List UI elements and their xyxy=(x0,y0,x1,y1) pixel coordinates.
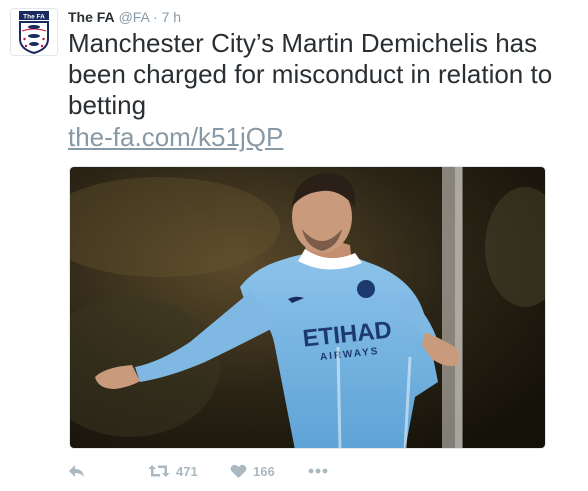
three-lions-crest-icon: The FA xyxy=(11,9,57,55)
more-button[interactable] xyxy=(308,458,328,484)
avatar[interactable]: The FA xyxy=(10,8,58,56)
author-name[interactable]: The FA xyxy=(68,9,115,25)
reply-button[interactable] xyxy=(68,458,86,484)
tweet-link[interactable]: the-fa.com/k51jQP xyxy=(68,122,283,153)
meta-separator: · xyxy=(153,9,158,25)
heart-icon xyxy=(230,464,247,478)
tweet-text: Manchester City’s Martin Demichelis has … xyxy=(68,28,553,120)
like-count: 166 xyxy=(253,463,275,479)
author-handle[interactable]: @FA xyxy=(119,9,150,25)
more-dots-icon xyxy=(308,468,328,474)
tweet-photo[interactable]: ETIHAD AIRWAYS xyxy=(69,166,546,449)
player-photo: ETIHAD AIRWAYS xyxy=(70,167,545,448)
retweet-icon xyxy=(148,465,170,477)
retweet-count: 471 xyxy=(176,463,198,479)
tweet-card: The FA The FA @FA · 7 h Manchester City’… xyxy=(0,0,588,491)
tweet-header: The FA @FA · 7 h xyxy=(68,8,181,26)
retweet-button[interactable]: 471 xyxy=(148,458,198,484)
reply-icon xyxy=(69,465,84,477)
like-button[interactable]: 166 xyxy=(230,458,275,484)
tweet-timestamp[interactable]: 7 h xyxy=(162,9,181,25)
avatar-logo-text: The FA xyxy=(23,14,45,21)
tweet-actions: 471 166 xyxy=(68,458,548,484)
